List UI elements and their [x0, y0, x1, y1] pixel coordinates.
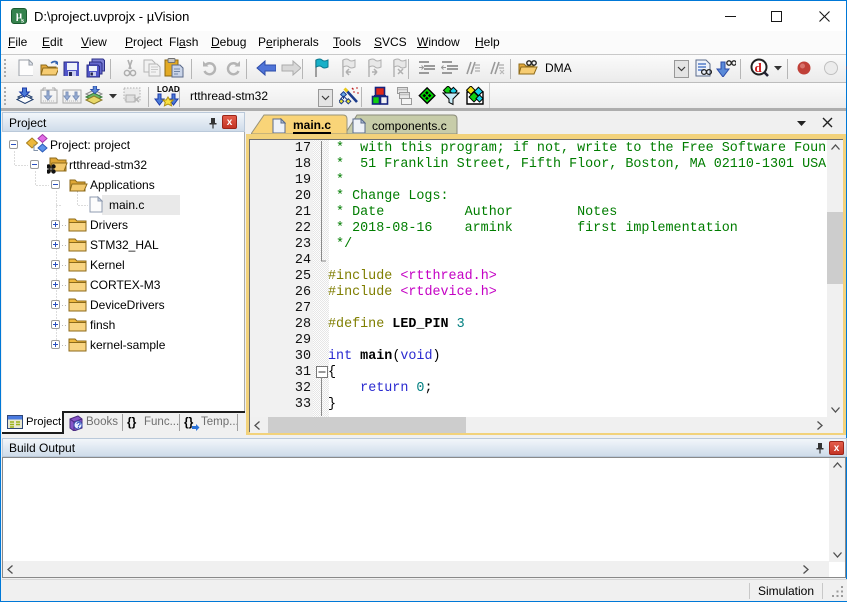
svg-text:LOAD: LOAD — [157, 85, 180, 94]
svg-text:s: s — [21, 16, 24, 25]
svg-text:d: d — [755, 60, 763, 75]
svg-text:?: ? — [76, 420, 81, 430]
